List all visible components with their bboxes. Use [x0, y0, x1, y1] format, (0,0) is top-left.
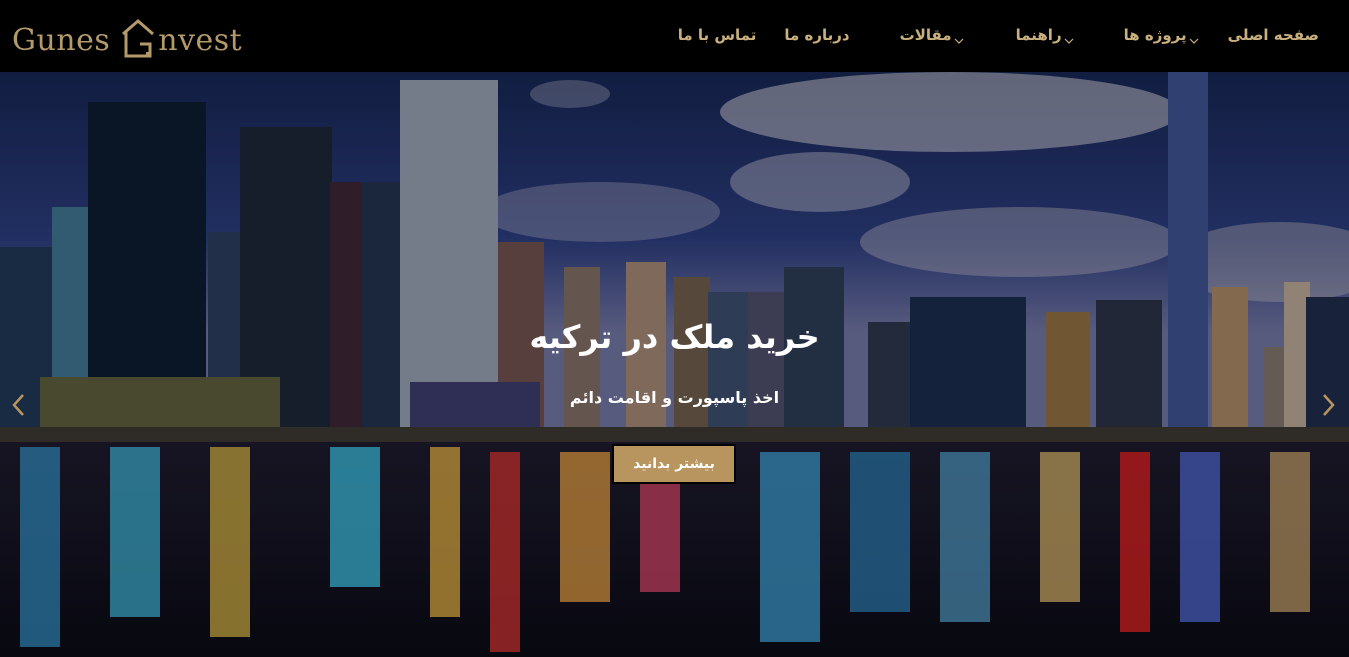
house-logo-icon — [120, 18, 156, 60]
nav-item-home[interactable]: صفحه اصلی — [1228, 26, 1319, 44]
nav-item-label: راهنما — [1015, 26, 1062, 44]
chevron-down-icon — [954, 31, 964, 44]
nav-item-articles[interactable]: مقالات — [900, 26, 964, 44]
nav-item-about[interactable]: درباره ما — [784, 26, 849, 44]
hero-subtitle: اخذ پاسپورت و اقامت دائم — [569, 388, 780, 407]
brand-logo[interactable]: Gunes nvest — [12, 10, 242, 60]
nav-item-label: پروژه ها — [1123, 26, 1187, 44]
nav-item-label: تماس با ما — [677, 26, 757, 44]
nav-item-label: درباره ما — [784, 26, 850, 44]
nav-item-contact[interactable]: تماس با ما — [678, 26, 757, 44]
hero-slider: خرید ملک در ترکیه اخذ پاسپورت و اقامت دا… — [0, 72, 1349, 657]
chevron-down-icon — [1189, 31, 1199, 44]
site-header: Gunes nvest صفحه اصلی پروژه ها راهنما مق… — [0, 0, 1349, 72]
nav-item-guide[interactable]: راهنما — [1016, 26, 1074, 44]
nav-item-label: صفحه اصلی — [1227, 26, 1319, 44]
chevron-down-icon — [1064, 31, 1074, 44]
nav-item-label: مقالات — [899, 26, 952, 44]
logo-text-left: Gunes — [12, 23, 111, 58]
hero-title: خرید ملک در ترکیه — [529, 318, 820, 356]
nav-item-projects[interactable]: پروژه ها — [1124, 26, 1199, 44]
hero-overlay — [0, 72, 1349, 657]
logo-text-right: nvest — [158, 23, 243, 58]
main-nav: صفحه اصلی پروژه ها راهنما مقالات درباره … — [678, 26, 1319, 44]
learn-more-button[interactable]: بیشتر بدانید — [612, 444, 736, 484]
